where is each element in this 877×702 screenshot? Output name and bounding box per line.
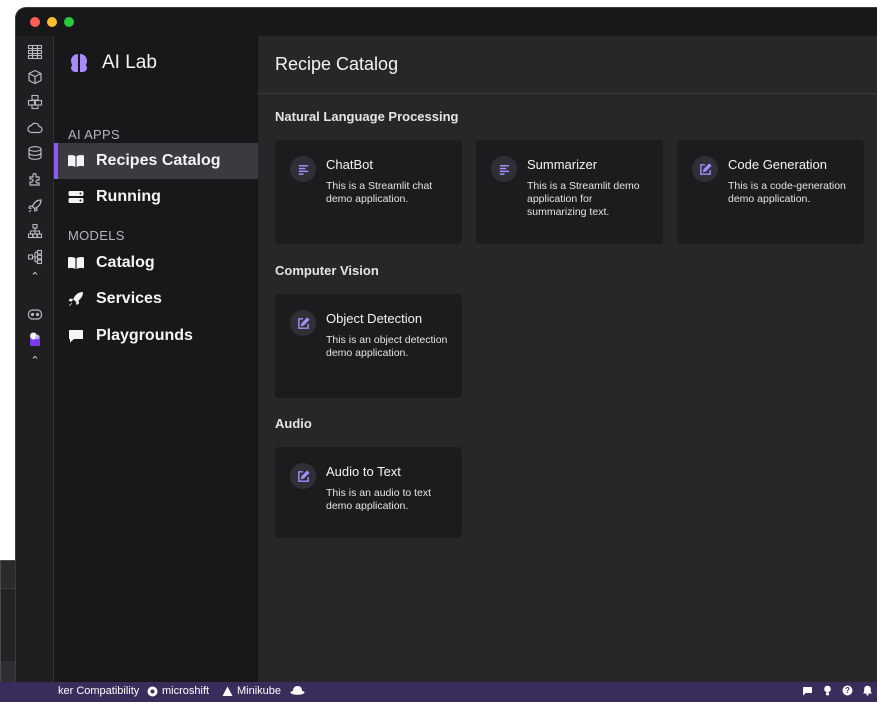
minimize-window-button[interactable] xyxy=(47,17,57,27)
rocket-icon[interactable] xyxy=(25,196,45,216)
recipe-card-title: ChatBot xyxy=(326,157,373,172)
chat-bubble-icon[interactable] xyxy=(802,685,813,696)
recipe-card-description: This is an object detection demo applica… xyxy=(326,334,448,359)
recipe-card-summarizer[interactable]: Summarizer This is a Streamlit demo appl… xyxy=(476,140,663,244)
desktop: ⌃ ⌃ AI Lab AI APPS Recipes Catalog Runni… xyxy=(0,0,877,702)
zoom-window-button[interactable] xyxy=(64,17,74,27)
ai-lab-navigation: AI Lab AI APPS Recipes Catalog Running M… xyxy=(54,36,258,682)
section-ai-apps: AI APPS xyxy=(68,127,120,142)
brand-title: AI Lab xyxy=(102,52,157,73)
recipe-card-description: This is a Streamlit demo application for… xyxy=(527,180,640,218)
nav-item-label: Running xyxy=(96,188,161,205)
brain-icon xyxy=(71,54,87,72)
hat-icon xyxy=(290,686,305,695)
recipe-card-description: This is a code-generation demo applicati… xyxy=(728,180,846,205)
nav-item-label: Catalog xyxy=(96,254,155,271)
main-content: Recipe Catalog Natural Language Processi… xyxy=(258,36,877,682)
status-bar: ker Compatibility microshift Minikube ? xyxy=(0,682,877,702)
ai-lab-icon[interactable] xyxy=(25,329,45,349)
edit-icon xyxy=(290,463,316,489)
microshift-icon xyxy=(147,686,158,696)
category-title-nlp: Natural Language Processing xyxy=(275,109,459,124)
recipe-card-title: Audio to Text xyxy=(326,464,401,479)
rocket-icon xyxy=(68,292,83,306)
status-docker-compatibility[interactable]: ker Compatibility xyxy=(58,685,139,697)
status-label: microshift xyxy=(162,685,210,697)
hierarchy-icon[interactable] xyxy=(25,247,45,267)
status-microshift[interactable]: microshift xyxy=(147,685,209,697)
text-lines-icon xyxy=(290,156,316,182)
nav-item-label: Recipes Catalog xyxy=(96,152,221,169)
edit-icon xyxy=(290,310,316,336)
container-icon[interactable] xyxy=(25,67,45,87)
recipe-card-audio-to-text[interactable]: Audio to Text This is an audio to text d… xyxy=(275,447,462,538)
network-icon[interactable] xyxy=(25,221,45,241)
titlebar xyxy=(16,8,877,36)
database-icon[interactable] xyxy=(25,143,45,163)
svg-text:?: ? xyxy=(845,686,850,695)
nav-item-label: Services xyxy=(96,290,162,307)
recipe-card-description: This is a Streamlit chat demo applicatio… xyxy=(326,180,433,205)
lightbulb-icon[interactable] xyxy=(822,685,833,696)
dashboard-icon[interactable] xyxy=(25,42,45,62)
help-icon[interactable]: ? xyxy=(842,685,853,696)
pods-icon[interactable] xyxy=(25,92,45,112)
nav-item-running[interactable]: Running xyxy=(54,179,258,215)
recipe-card-description: This is an audio to text demo applicatio… xyxy=(326,487,432,512)
robot-icon[interactable] xyxy=(25,304,45,324)
bell-icon[interactable] xyxy=(862,685,873,696)
close-window-button[interactable] xyxy=(30,17,40,27)
edit-icon xyxy=(692,156,718,182)
text-lines-icon xyxy=(491,156,517,182)
nav-item-playgrounds[interactable]: Playgrounds xyxy=(54,318,258,354)
status-right-icons: ? xyxy=(802,685,873,696)
recipe-card-chatbot[interactable]: ChatBot This is a Streamlit chat demo ap… xyxy=(275,140,462,244)
recipe-card-code-generation[interactable]: Code Generation This is a code-generatio… xyxy=(677,140,864,244)
book-icon xyxy=(68,257,84,269)
category-title-audio: Audio xyxy=(275,416,312,431)
podman-desktop-window: ⌃ ⌃ AI Lab AI APPS Recipes Catalog Runni… xyxy=(16,8,877,702)
cloud-icon[interactable] xyxy=(25,118,45,138)
icon-rail: ⌃ ⌃ xyxy=(16,36,54,682)
nav-item-services[interactable]: Services xyxy=(54,281,258,317)
page-header: Recipe Catalog xyxy=(258,36,877,94)
page-title: Recipe Catalog xyxy=(275,54,399,74)
status-label: ker Compatibility xyxy=(58,685,140,697)
status-hat[interactable] xyxy=(290,685,309,696)
recipe-card-title: Code Generation xyxy=(728,157,828,172)
brand: AI Lab xyxy=(68,52,157,74)
nav-item-recipes-catalog[interactable]: Recipes Catalog xyxy=(54,143,258,179)
minikube-icon xyxy=(222,686,233,696)
recipe-card-object-detection[interactable]: Object Detection This is an object detec… xyxy=(275,294,462,398)
book-icon xyxy=(68,155,84,167)
server-icon xyxy=(68,191,84,203)
chat-icon xyxy=(69,330,83,343)
status-minikube[interactable]: Minikube xyxy=(222,685,281,697)
extensions-icon[interactable] xyxy=(25,169,45,189)
traffic-lights xyxy=(30,17,74,27)
category-title-computer-vision: Computer Vision xyxy=(275,263,379,278)
nav-item-catalog[interactable]: Catalog xyxy=(54,245,258,281)
section-models: MODELS xyxy=(68,228,125,243)
chevron-up-icon[interactable]: ⌃ xyxy=(25,354,45,368)
chevron-up-icon[interactable]: ⌃ xyxy=(25,270,45,284)
recipe-card-title: Summarizer xyxy=(527,157,598,172)
nav-item-label: Playgrounds xyxy=(96,327,193,344)
status-label: Minikube xyxy=(237,685,282,697)
recipe-card-title: Object Detection xyxy=(326,311,423,326)
